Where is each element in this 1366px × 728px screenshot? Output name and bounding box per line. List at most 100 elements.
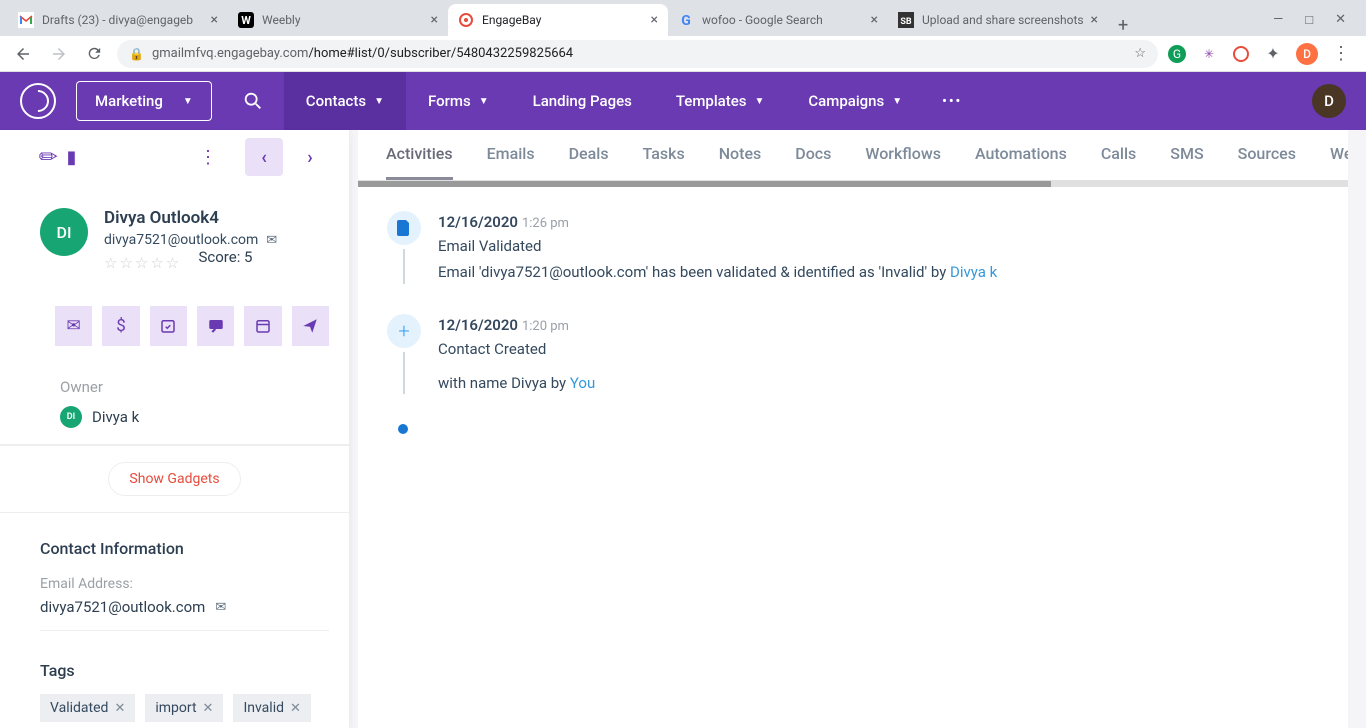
- tab-workflows[interactable]: Workflows: [865, 144, 941, 180]
- edit-icon[interactable]: ✎: [34, 142, 65, 173]
- grammarly-icon[interactable]: G: [1168, 45, 1186, 63]
- tab-emails[interactable]: Emails: [487, 144, 535, 180]
- kebab-menu-icon[interactable]: ⋮: [199, 147, 217, 168]
- next-contact-button[interactable]: ›: [291, 138, 329, 176]
- user-avatar[interactable]: D: [1312, 84, 1346, 118]
- timeline-item: + 12/16/20201:20 pm Contact Created with…: [386, 314, 1320, 425]
- rail-toggle-icon[interactable]: ▮: [66, 147, 76, 168]
- sb-icon: SB: [898, 12, 914, 28]
- browser-tab-weebly[interactable]: W Weebly ×: [228, 4, 448, 36]
- new-tab-button[interactable]: +: [1108, 15, 1138, 36]
- timeline-user-link[interactable]: Divya k: [950, 263, 997, 281]
- brand-logo-icon[interactable]: [20, 83, 56, 119]
- chevron-down-icon: ▼: [374, 96, 384, 107]
- email-address-label: Email Address:: [40, 576, 329, 592]
- timeline-item: 12/16/20201:26 pm Email Validated Email …: [386, 211, 1320, 314]
- plus-icon: +: [387, 314, 421, 348]
- nav-forms[interactable]: Forms▼: [406, 72, 511, 130]
- close-icon[interactable]: ×: [431, 12, 438, 28]
- browser-profile-avatar[interactable]: D: [1296, 43, 1318, 65]
- app-top-nav: Marketing ▼ Contacts▼ Forms▼ Landing Pag…: [0, 72, 1366, 130]
- close-icon[interactable]: ×: [651, 12, 658, 28]
- svg-text:G: G: [681, 13, 691, 28]
- reload-button[interactable]: [82, 41, 107, 66]
- back-button[interactable]: [10, 41, 36, 67]
- nav-contacts[interactable]: Contacts▼: [284, 72, 406, 130]
- mail-icon[interactable]: ✉: [215, 600, 226, 615]
- tab-calls[interactable]: Calls: [1101, 144, 1136, 180]
- nav-templates[interactable]: Templates▼: [654, 72, 787, 130]
- browser-menu-icon[interactable]: ⋮: [1332, 43, 1350, 64]
- nav-landing-pages[interactable]: Landing Pages: [511, 72, 654, 130]
- tab-title: Drafts (23) - divya@engageb: [42, 13, 205, 27]
- chevron-down-icon: ▼: [183, 96, 193, 107]
- module-switcher[interactable]: Marketing ▼: [76, 81, 212, 121]
- forward-button[interactable]: [46, 41, 72, 67]
- close-icon[interactable]: ×: [1091, 12, 1098, 28]
- tab-notes[interactable]: Notes: [719, 144, 762, 180]
- send-action-button[interactable]: [292, 306, 329, 346]
- contact-avatar: DI: [40, 208, 88, 256]
- extensions-area: G ✳ ✦ D ⋮: [1168, 43, 1356, 65]
- remove-tag-icon[interactable]: ✕: [114, 701, 125, 716]
- timeline-description: with name Divya by You: [438, 372, 1320, 395]
- contact-email: divya7521@outlook.com: [104, 232, 258, 248]
- tag-chip[interactable]: Invalid✕: [233, 694, 310, 722]
- tags-row: Validated✕ import✕ Invalid✕: [40, 694, 329, 722]
- star-rating[interactable]: ☆☆☆☆☆: [104, 254, 181, 272]
- close-icon[interactable]: ×: [871, 12, 878, 28]
- owner-row[interactable]: DI Divya k: [60, 406, 329, 428]
- tab-docs[interactable]: Docs: [795, 144, 831, 180]
- tag-chip[interactable]: import✕: [145, 694, 223, 722]
- nav-more-icon[interactable]: •••: [924, 94, 980, 109]
- timeline-connector: [403, 249, 405, 284]
- deal-action-button[interactable]: $: [102, 306, 139, 346]
- remove-tag-icon[interactable]: ✕: [290, 701, 301, 716]
- svg-text:SB: SB: [900, 17, 912, 27]
- content-tabs: Activities Emails Deals Tasks Notes Docs…: [358, 130, 1348, 181]
- email-action-button[interactable]: ✉: [55, 306, 92, 346]
- tab-tasks[interactable]: Tasks: [643, 144, 685, 180]
- browser-tab-gmail[interactable]: Drafts (23) - divya@engageb ×: [8, 4, 228, 36]
- tab-title: wofoo - Google Search: [702, 13, 865, 27]
- remove-tag-icon[interactable]: ✕: [203, 701, 214, 716]
- tab-sms[interactable]: SMS: [1170, 144, 1203, 180]
- minimize-icon[interactable]: —: [1273, 12, 1283, 28]
- lock-icon: 🔒: [129, 47, 144, 61]
- close-icon[interactable]: ×: [211, 12, 218, 28]
- browser-tab-google[interactable]: G wofoo - Google Search ×: [668, 4, 888, 36]
- tab-deals[interactable]: Deals: [569, 144, 609, 180]
- star-icon[interactable]: ☆: [1134, 46, 1146, 61]
- browser-tab-engagebay[interactable]: EngageBay ×: [448, 4, 668, 36]
- tab-automations[interactable]: Automations: [975, 144, 1067, 180]
- tab-web-analytics[interactable]: Web Analy: [1330, 144, 1348, 180]
- nav-campaigns[interactable]: Campaigns▼: [786, 72, 924, 130]
- tab-title: Upload and share screenshots: [922, 13, 1085, 27]
- search-icon[interactable]: [242, 90, 264, 112]
- prev-contact-button[interactable]: ‹: [245, 138, 283, 176]
- window-controls: — □ ✕: [1273, 12, 1358, 36]
- browser-tab-sb[interactable]: SB Upload and share screenshots ×: [888, 4, 1108, 36]
- tab-activities[interactable]: Activities: [386, 144, 453, 180]
- show-gadgets-button[interactable]: Show Gadgets: [108, 462, 240, 496]
- mail-icon[interactable]: ✉: [266, 233, 277, 248]
- task-action-button[interactable]: [150, 306, 187, 346]
- timeline-time: 1:26 pm: [522, 216, 569, 231]
- timeline-end-marker: [398, 424, 408, 434]
- tag-chip[interactable]: Validated✕: [40, 694, 135, 722]
- schedule-action-button[interactable]: [244, 306, 281, 346]
- timeline-date: 12/16/2020: [438, 316, 518, 334]
- contact-email-row: divya7521@outlook.com ✉: [104, 232, 277, 248]
- chat-action-button[interactable]: [197, 306, 234, 346]
- extensions-puzzle-icon[interactable]: ✦: [1264, 45, 1282, 63]
- extension-engagebay-icon[interactable]: [1232, 45, 1250, 63]
- close-window-icon[interactable]: ✕: [1335, 12, 1346, 28]
- tab-sources[interactable]: Sources: [1238, 144, 1296, 180]
- timeline-date: 12/16/2020: [438, 213, 518, 231]
- tags-section: Tags Validated✕ import✕ Invalid✕ ⊕Add: [0, 647, 349, 728]
- maximize-icon[interactable]: □: [1305, 12, 1313, 28]
- address-bar[interactable]: 🔒 gmailmfvq.engagebay.com/home#list/0/su…: [117, 40, 1158, 68]
- nav-items: Contacts▼ Forms▼ Landing Pages Templates…: [284, 72, 980, 130]
- timeline-user-link[interactable]: You: [570, 374, 595, 392]
- extension-gear-icon[interactable]: ✳: [1200, 45, 1218, 63]
